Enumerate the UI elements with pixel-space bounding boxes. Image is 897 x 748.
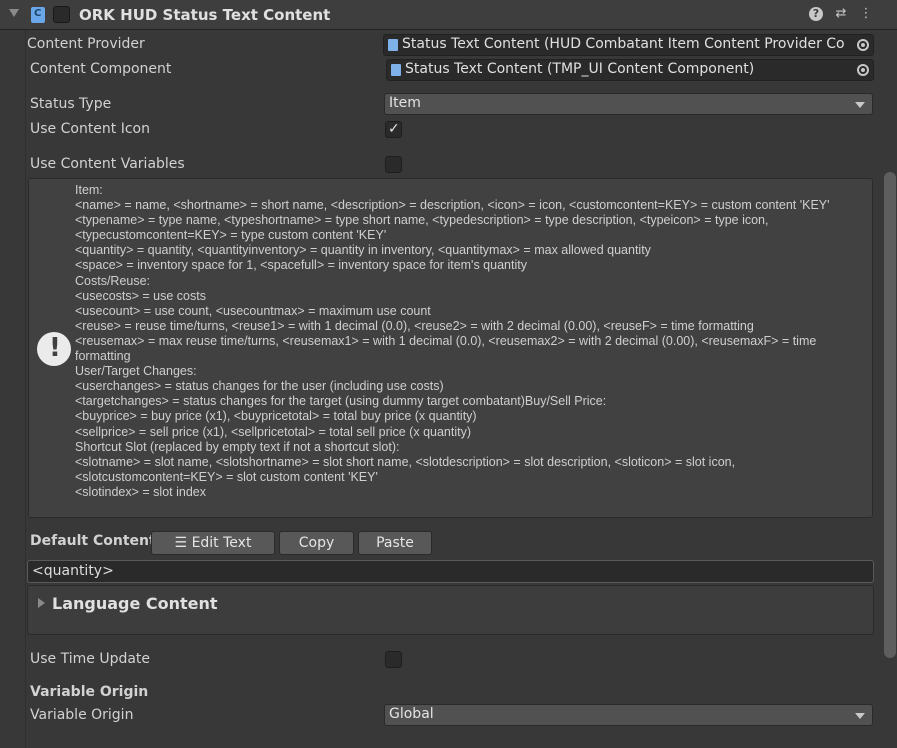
- script-icon: [31, 7, 45, 23]
- edit-text-label: Edit Text: [191, 535, 252, 551]
- help-line: <slotname> = slot name, <slotshortname> …: [75, 454, 736, 484]
- inspector-scrollbar[interactable]: [884, 172, 896, 658]
- help-line: <usecount> = use count, <usecountmax> = …: [75, 303, 431, 318]
- list-icon: ☰: [174, 535, 188, 551]
- help-line: <sellprice> = sell price (x1), <sellpric…: [75, 424, 472, 439]
- component-title: ORK HUD Status Text Content: [79, 6, 331, 24]
- use-time-update-checkbox[interactable]: [385, 651, 402, 668]
- help-text: Item: <name> = name, <shortname> = short…: [75, 183, 867, 500]
- help-line: <typename> = type name, <typeshortname> …: [75, 213, 769, 243]
- use-content-variables-label: Use Content Variables: [30, 156, 185, 172]
- help-line: User/Target Changes:: [75, 364, 197, 379]
- chevron-down-icon: [855, 713, 865, 719]
- object-picker-icon[interactable]: [853, 60, 873, 80]
- edit-text-button[interactable]: ☰ Edit Text: [151, 531, 275, 555]
- content-component-field[interactable]: Status Text Content (TMP_UI Content Comp…: [386, 59, 874, 81]
- inspector-indent-rule: [25, 30, 26, 748]
- content-provider-field[interactable]: Status Text Content (HUD Combatant Item …: [383, 34, 874, 56]
- copy-button[interactable]: Copy: [279, 531, 354, 555]
- help-box: Item: <name> = name, <shortname> = short…: [28, 178, 873, 518]
- use-content-icon-checkbox[interactable]: ✓: [385, 121, 402, 138]
- help-line: <slotindex> = slot index: [75, 484, 206, 499]
- help-line: Item:: [75, 183, 103, 197]
- help-line: <reusemax> = max reuse time/turns, <reus…: [75, 333, 817, 364]
- default-content-label: Default Content: [30, 533, 156, 549]
- use-content-icon-label: Use Content Icon: [30, 121, 150, 137]
- component-header[interactable]: ORK HUD Status Text Content ? ⇄ ⋮: [0, 0, 897, 30]
- variable-origin-section-title: Variable Origin: [30, 684, 149, 700]
- component-enable-toggle[interactable]: [53, 6, 70, 23]
- variable-origin-label: Variable Origin: [30, 707, 134, 723]
- help-line: <reuse> = reuse time/turns, <reuse1> = w…: [75, 318, 754, 333]
- content-component-label: Content Component: [30, 61, 172, 77]
- checkmark-icon: ✓: [388, 121, 400, 137]
- help-line: <userchanges> = status changes for the u…: [75, 379, 444, 394]
- variable-origin-value: Global: [389, 706, 434, 722]
- help-line: <targetchanges> = status changes for the…: [75, 394, 607, 409]
- script-asset-icon: [391, 64, 401, 76]
- content-provider-label: Content Provider: [27, 36, 145, 52]
- help-line: <space> = inventory space for 1, <spacef…: [75, 258, 527, 273]
- help-line: <name> = name, <shortname> = short name,…: [75, 198, 830, 213]
- status-type-value: Item: [389, 95, 421, 111]
- fold-arrow-icon[interactable]: [9, 9, 19, 17]
- preset-icon[interactable]: ⇄: [834, 7, 848, 21]
- help-line: <buyprice> = buy price (x1), <buypriceto…: [75, 409, 477, 424]
- default-content-text-field[interactable]: <quantity>: [27, 560, 874, 583]
- paste-button[interactable]: Paste: [358, 531, 432, 555]
- use-time-update-label: Use Time Update: [30, 651, 151, 667]
- menu-icon[interactable]: ⋮: [859, 7, 873, 21]
- status-type-label: Status Type: [30, 96, 112, 112]
- help-line: <usecosts> = use costs: [75, 288, 206, 303]
- default-content-value: <quantity>: [32, 563, 114, 579]
- help-icon[interactable]: ?: [809, 7, 823, 21]
- language-content-title: Language Content: [52, 594, 218, 613]
- chevron-down-icon: [855, 102, 865, 108]
- content-provider-value: Status Text Content (HUD Combatant Item …: [402, 36, 845, 52]
- content-component-value: Status Text Content (TMP_UI Content Comp…: [405, 61, 755, 77]
- script-asset-icon: [388, 39, 398, 51]
- object-picker-icon[interactable]: [853, 35, 873, 55]
- status-type-dropdown[interactable]: Item: [384, 93, 873, 115]
- help-line: Shortcut Slot (replaced by empty text if…: [75, 439, 400, 454]
- help-line: <quantity> = quantity, <quantityinventor…: [75, 243, 651, 258]
- language-content-foldout[interactable]: Language Content: [27, 585, 874, 635]
- warning-icon: [37, 332, 71, 366]
- variable-origin-dropdown[interactable]: Global: [384, 704, 873, 726]
- fold-arrow-right-icon[interactable]: [38, 598, 45, 608]
- help-line: Costs/Reuse:: [75, 273, 151, 288]
- use-content-variables-checkbox[interactable]: [385, 156, 402, 173]
